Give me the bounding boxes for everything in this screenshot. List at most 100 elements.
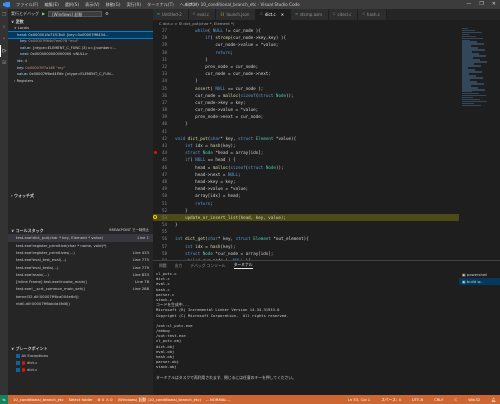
tab-output[interactable]: 出力 bbox=[175, 263, 183, 269]
callstack-frame[interactable]: test.exe!register_primitives(...) Line 43… bbox=[8, 249, 153, 256]
source-control-icon[interactable]: ⑂ bbox=[0, 33, 8, 45]
code-line[interactable]: 55 bbox=[153, 228, 459, 235]
watch-section-header[interactable]: › ウォッチ式 bbox=[8, 192, 153, 199]
status-indent[interactable]: スペース: 4 bbox=[381, 397, 401, 403]
menu-edit[interactable]: 編集(E) bbox=[44, 2, 58, 8]
explorer-icon[interactable]: ❐ bbox=[0, 9, 8, 21]
code-line[interactable]: 48 head->key = key; bbox=[153, 178, 459, 185]
code-line[interactable]: 50 array[idx] = head; bbox=[153, 192, 459, 199]
variable-row[interactable]: idx: 4 bbox=[8, 58, 153, 65]
breadcrumb[interactable]: C dict.c > ⚙ dict_put(char *, Element *) bbox=[153, 20, 500, 27]
status-problems[interactable]: ⊗ 0 ⚠ 0 bbox=[98, 397, 113, 402]
code-line[interactable]: 32 prev_node = cur_node; bbox=[153, 63, 459, 70]
breakpoints-section-header[interactable]: ∨ ブレークポイント bbox=[8, 345, 153, 352]
variables-section-header[interactable]: ∨ 変数 bbox=[8, 18, 153, 25]
menu-terminal[interactable]: ターミナル(T) bbox=[147, 2, 174, 8]
tab-hash-c[interactable]: Chash.c bbox=[358, 9, 387, 20]
variable-row[interactable]: value: {ntype=ELEMENT_C_FUNC (3) u={numb… bbox=[8, 45, 153, 52]
callstack-frame[interactable]: test.exe!main(...) Line 833 bbox=[8, 271, 153, 278]
minimize-button[interactable]: — bbox=[466, 1, 471, 7]
code-line[interactable]: 46 head = malloc(sizeof(struct Node)); bbox=[153, 164, 459, 171]
code-line[interactable]: 52 } bbox=[153, 207, 459, 214]
tab-eval-c[interactable]: Ceval.c bbox=[188, 9, 217, 20]
code-line[interactable]: 57 int idx = hash(key); bbox=[153, 243, 459, 250]
tab-launch-json[interactable]: {} launch.json bbox=[216, 9, 257, 20]
menu-go[interactable]: 移動(G) bbox=[106, 2, 121, 8]
status-cursor-position[interactable]: Ln 53, Col 1 bbox=[348, 397, 371, 403]
menu-selection[interactable]: 選択(S) bbox=[65, 2, 79, 8]
menu-file[interactable]: ファイル(F) bbox=[16, 2, 38, 8]
menu-run[interactable]: 実行(R) bbox=[126, 2, 141, 8]
start-debug-icon[interactable]: ▶ bbox=[42, 11, 45, 16]
code-line[interactable]: 38 cur_node->value = *value; bbox=[153, 106, 459, 113]
code-line[interactable]: 45 if( NULL == head ) { bbox=[153, 156, 459, 163]
tab-cdecl-c[interactable]: Ccdecl.c bbox=[329, 9, 359, 20]
code-line[interactable]: 31 } bbox=[153, 56, 459, 63]
close-tab-icon[interactable]: ✕ bbox=[281, 9, 284, 20]
code-line[interactable]: 35 assert( NULL == cur_node ); bbox=[153, 85, 459, 92]
status-debug-config[interactable]: (Windows) 起動 (10_conditional_branch_etc) bbox=[118, 397, 201, 403]
variable-row[interactable]: value: 0x00007ff6e44f5fe {ntype=ELEMENT_… bbox=[8, 71, 153, 78]
code-line[interactable]: 40 } bbox=[153, 120, 459, 127]
tab-terminal[interactable]: ターミナル bbox=[233, 262, 253, 269]
status-eol[interactable]: CRLF bbox=[434, 397, 444, 403]
checkbox-icon[interactable] bbox=[16, 361, 20, 365]
notification-bell-icon[interactable]: 🔔︎ bbox=[491, 397, 496, 403]
checkbox-icon[interactable] bbox=[16, 354, 20, 358]
code-line[interactable]: 58 struct Node *cur_node = array[idx]; bbox=[153, 250, 459, 257]
status-language[interactable]: C bbox=[455, 397, 458, 403]
code-line[interactable]: 28 if( strcmp(cur_node->key,key) ){ bbox=[153, 34, 459, 41]
tab-dict-c[interactable]: Cdict.c ✕ bbox=[256, 9, 292, 20]
callstack-frame[interactable]: [Inline Frame] test.exe!invoke_main() Lin… bbox=[8, 278, 153, 285]
callstack-frame[interactable]: ntdll.dll!00007ff6ab4d4fd8() bbox=[8, 300, 153, 307]
code-line[interactable]: 53 update_or_insert_list(head, key, valu… bbox=[153, 213, 459, 222]
code-line[interactable]: 47 head->next = NULL; bbox=[153, 171, 459, 178]
registers-node[interactable]: › Registers bbox=[8, 78, 153, 85]
tab-debug-console[interactable]: デバッグ コンソール bbox=[190, 263, 225, 269]
variable-row[interactable]: key: 0x00007ff64d7ee078 "mul" bbox=[8, 38, 153, 45]
close-button[interactable]: ✕ bbox=[492, 1, 496, 7]
status-platform[interactable]: Win32 bbox=[468, 397, 480, 403]
variable-row[interactable]: next: 0x0000000000000000 <NULL> bbox=[8, 51, 153, 58]
extensions-icon[interactable]: ⊞ bbox=[0, 57, 8, 69]
variable-row[interactable]: head: 0x000001fa71f13b0 {key=0x00007ff64… bbox=[8, 30, 153, 40]
code-line[interactable]: 49 head->value = *value; bbox=[153, 185, 459, 192]
terminal-item-powershell[interactable]: ▣ powershell bbox=[459, 271, 500, 278]
status-select-folder[interactable]: Select folder bbox=[69, 397, 93, 402]
remote-icon[interactable]: ⇆ bbox=[0, 395, 8, 404]
code-line[interactable]: 56 int dict_get(char* key, struct Element… bbox=[153, 235, 459, 242]
maximize-button[interactable]: ❐ bbox=[479, 1, 483, 7]
run-debug-icon[interactable]: ▷ bbox=[0, 45, 8, 57]
minimap[interactable] bbox=[459, 27, 500, 260]
variable-row[interactable]: key: 0x00007ff7a16E "my" bbox=[8, 65, 153, 72]
code-line[interactable]: 36 cur_node = malloc(sizeof(struct Node)… bbox=[153, 92, 459, 99]
code-line[interactable]: 51 return; bbox=[153, 200, 459, 207]
terminal-item-build[interactable]: ▣ build w... bbox=[459, 278, 500, 285]
callstack-frame[interactable]: test.exe!register_primitive(char * name,… bbox=[8, 242, 153, 249]
callstack-frame[interactable]: test.exe!__scrt_common_main_seh() Line 28… bbox=[8, 285, 153, 292]
locals-node[interactable]: ∨ Locals bbox=[8, 25, 153, 32]
checkbox-icon[interactable] bbox=[16, 368, 20, 372]
menu-view[interactable]: 表示(V) bbox=[85, 2, 100, 8]
code-line[interactable]: 34 } bbox=[153, 77, 459, 84]
breakpoint-item[interactable]: All Exceptions bbox=[8, 352, 153, 359]
callstack-frame[interactable]: test.exe!dict_put(char * key, Element * … bbox=[8, 234, 153, 242]
breakpoint-item[interactable]: dict.c bbox=[8, 366, 153, 373]
tab-stcmp-asm[interactable]: ≡ stcmp.asm bbox=[291, 9, 330, 20]
terminal-output[interactable]: cl_putc.c dict.c eval.c hash.c parser.c stack… bbox=[156, 271, 456, 380]
status-folder[interactable]: 10_conditional_branch_etc bbox=[13, 397, 64, 402]
tab-untitled-2[interactable]: ≡ Untitled-2 bbox=[153, 9, 189, 20]
gear-icon[interactable]: ⚙ bbox=[105, 11, 109, 16]
status-encoding[interactable]: UTF-8 bbox=[412, 397, 423, 403]
code-line[interactable]: 54} bbox=[153, 221, 459, 228]
callstack-frame[interactable]: test.exe!eval_tests(...) Line 779 bbox=[8, 264, 153, 271]
callstack-frame[interactable]: test.exe!eval_test_eval(...) Line 775 bbox=[8, 256, 153, 263]
code-line[interactable]: 29 cur_node->value = *value; bbox=[153, 41, 459, 48]
code-line[interactable]: 33 cur_node = cur_node->next; bbox=[153, 70, 459, 77]
code-line[interactable]: 37 cur_node->key = key; bbox=[153, 99, 459, 106]
code-line[interactable]: 44 struct Node *head = array[idx]; bbox=[153, 149, 459, 156]
tab-problems[interactable]: 問題 bbox=[159, 263, 167, 269]
code-line[interactable]: 27 while( NULL != cur_node ){ bbox=[153, 27, 459, 34]
code-editor[interactable]: 27 while( NULL != cur_node ){28 if( strc… bbox=[153, 27, 459, 260]
callstack-section-header[interactable]: ∨ コールスタック BREAKPOINT で一時停止 bbox=[8, 227, 153, 234]
